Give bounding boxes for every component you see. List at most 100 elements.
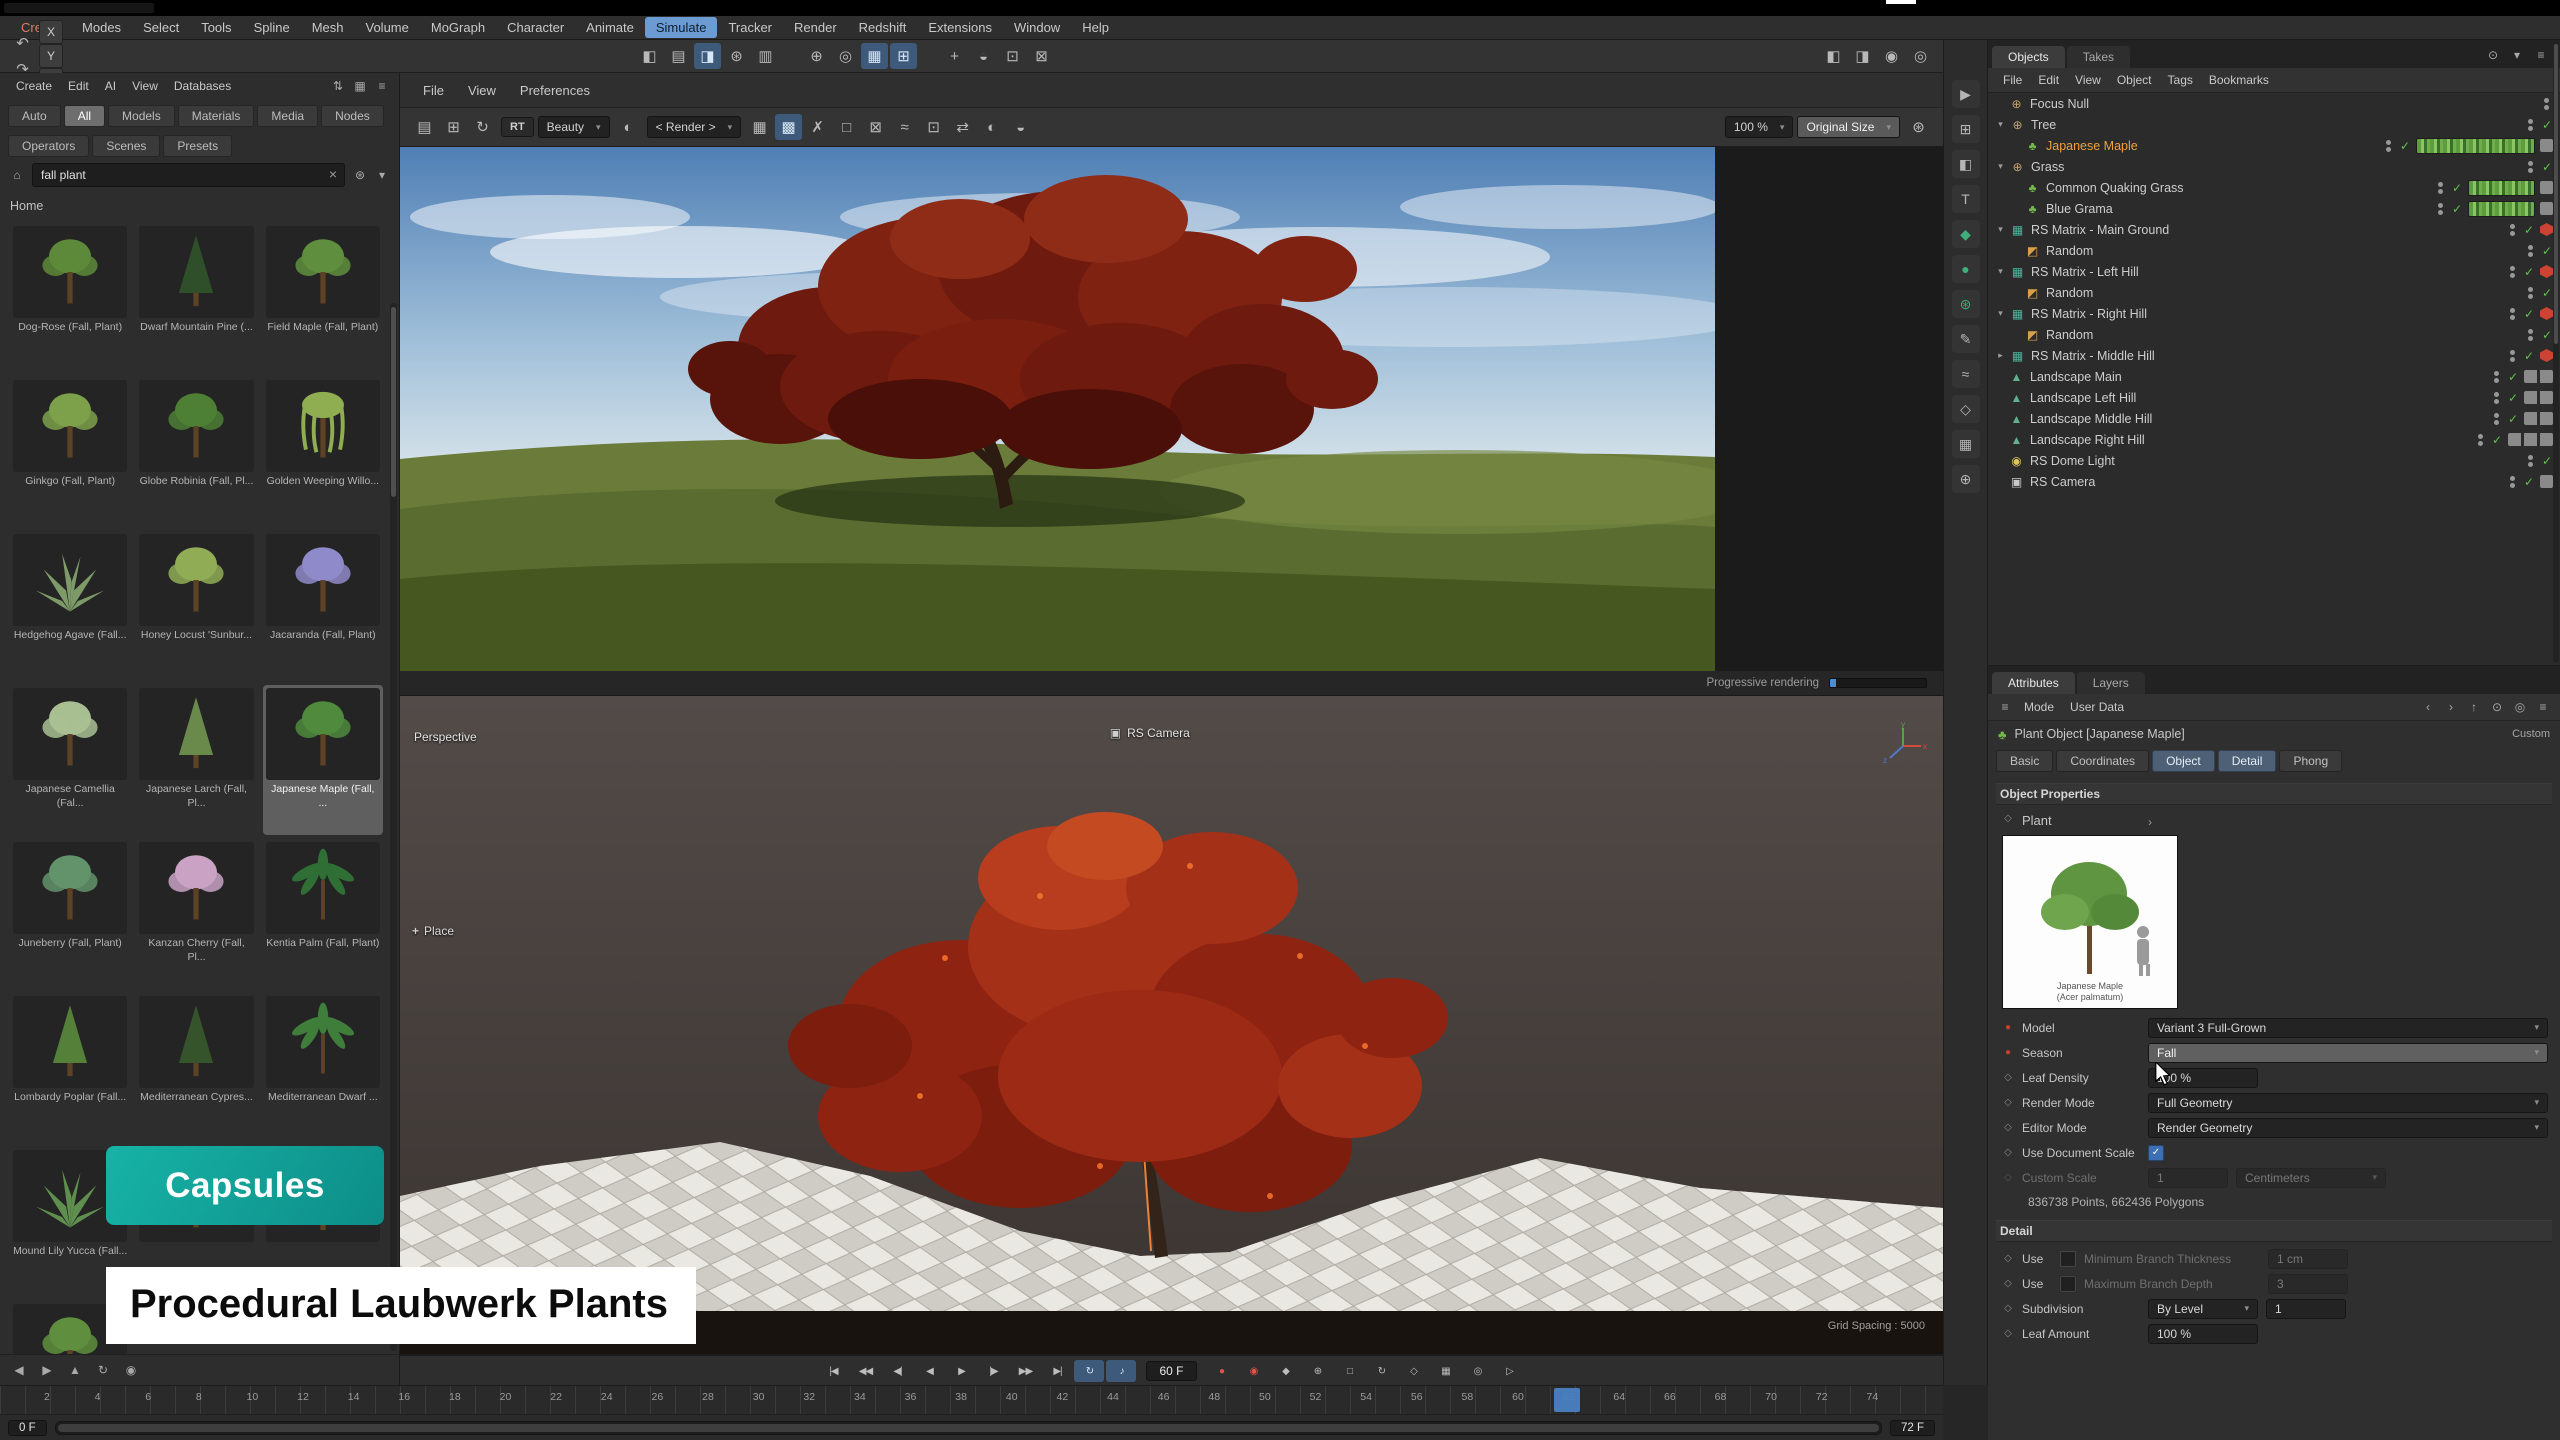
range-end-field[interactable]: 72 F: [1890, 1420, 1935, 1436]
asset-item-japanese-camellia[interactable]: Japanese Camellia (Fal...: [10, 685, 130, 835]
menu-item[interactable]: Volume: [355, 17, 420, 38]
solo-animation-button[interactable]: ◎: [1463, 1360, 1493, 1382]
refresh-icon[interactable]: ↻: [94, 1361, 112, 1379]
visibility-dots[interactable]: [2527, 285, 2535, 301]
menu-item[interactable]: Simulate: [645, 17, 718, 38]
visibility-dots[interactable]: [2509, 222, 2517, 238]
keyframe-dot[interactable]: [2002, 1022, 2014, 1033]
lut-icon[interactable]: ◒: [1007, 114, 1034, 140]
object-manager-tab[interactable]: Objects: [1992, 46, 2065, 68]
menu-item[interactable]: Redshift: [848, 17, 918, 38]
asset-item-mediterranean-cypress[interactable]: Mediterranean Cypres...: [136, 993, 256, 1143]
up-icon[interactable]: ↑: [2465, 698, 2483, 716]
snap-icon[interactable]: ◎: [832, 43, 859, 69]
pip-icon[interactable]: ⊡: [920, 114, 947, 140]
ab-swap-icon[interactable]: ⇄: [949, 114, 976, 140]
object-tags[interactable]: [2540, 139, 2553, 152]
axis-lock-button[interactable]: Y: [39, 44, 63, 68]
section-detail[interactable]: Detail: [1996, 1220, 2552, 1242]
enabled-check-icon[interactable]: [2524, 265, 2534, 279]
menu-icon[interactable]: ≡: [2532, 46, 2550, 64]
asset-item-juneberry[interactable]: Juneberry (Fall, Plant): [10, 839, 130, 989]
param-key[interactable]: [2002, 813, 2014, 824]
next-frame-button[interactable]: |▶: [978, 1360, 1008, 1382]
enabled-check-icon[interactable]: [2508, 391, 2518, 405]
back-icon[interactable]: ◀: [10, 1361, 28, 1379]
expand-arrow[interactable]: ▾: [1994, 224, 2007, 235]
param-key[interactable]: [2002, 1147, 2014, 1158]
ab-compare-icon[interactable]: ◐: [615, 114, 642, 140]
asset-category-tab[interactable]: Models: [108, 105, 175, 127]
asset-item-lombardy-poplar[interactable]: Lombardy Poplar (Fall...: [10, 993, 130, 1143]
undo-icon[interactable]: ↶: [9, 30, 36, 56]
enabled-check-icon[interactable]: [2400, 139, 2410, 153]
param-key[interactable]: [2002, 1097, 2014, 1108]
asset-item-kanzan-cherry[interactable]: Kanzan Cherry (Fall, Pl...: [136, 839, 256, 989]
asset-store-icon[interactable]: ◉: [1878, 43, 1905, 69]
material-tags[interactable]: [2468, 180, 2535, 196]
simulation-scene-icon[interactable]: ◆: [1952, 220, 1980, 248]
playhead[interactable]: [1554, 1388, 1580, 1412]
enabled-check-icon[interactable]: [2524, 223, 2534, 237]
tree-item-random[interactable]: ◩ Random: [1988, 240, 2560, 261]
tree-item-landscape-right-hill[interactable]: ▲ Landscape Right Hill: [1988, 429, 2560, 450]
object-manager-menu-item[interactable]: Tags: [2161, 71, 2200, 89]
enabled-check-icon[interactable]: [2542, 454, 2552, 468]
asset-subcategory-tab[interactable]: Presets: [163, 135, 232, 157]
render-pass-select[interactable]: Beauty: [538, 116, 610, 138]
object-manager-tab[interactable]: Takes: [2067, 46, 2130, 68]
range-start-field[interactable]: 0 F: [8, 1420, 47, 1436]
enabled-check-icon[interactable]: [2524, 307, 2534, 321]
tree-item-common-quaking-grass[interactable]: ♣ Common Quaking Grass: [1988, 177, 2560, 198]
tree-item-rs-camera[interactable]: ▣ RS Camera: [1988, 471, 2560, 492]
tree-item-blue-grama[interactable]: ♣ Blue Grama: [1988, 198, 2560, 219]
object-tags[interactable]: [2524, 391, 2553, 404]
zoom-select[interactable]: 100 %: [1725, 116, 1794, 138]
viewport-label[interactable]: Perspective: [414, 730, 477, 744]
visibility-dots[interactable]: [2493, 369, 2501, 385]
attribute-menu-item[interactable]: Mode: [2016, 698, 2062, 716]
expand-arrow[interactable]: ▾: [1994, 308, 2007, 319]
max-branch-field[interactable]: 3: [2268, 1274, 2348, 1294]
custom-scale-field[interactable]: 1: [2148, 1168, 2228, 1188]
list-view-icon[interactable]: ≡: [373, 77, 391, 95]
asset-item-japanese-maple[interactable]: Japanese Maple (Fall, ...: [263, 685, 383, 835]
size-select[interactable]: Original Size: [1797, 116, 1900, 138]
object-tags[interactable]: [2524, 412, 2553, 425]
min-branch-field[interactable]: 1 cm: [2268, 1249, 2348, 1269]
simulation-settings-icon[interactable]: ⊛: [1952, 290, 1980, 318]
asset-menu-item[interactable]: Databases: [166, 77, 239, 95]
forward-icon[interactable]: ›: [2442, 698, 2460, 716]
axis-lock-button[interactable]: X: [39, 20, 63, 44]
menu-item[interactable]: Character: [496, 17, 575, 38]
attribute-section-tab[interactable]: Phong: [2279, 750, 2342, 772]
enabled-check-icon[interactable]: [2452, 181, 2462, 195]
redshift-object-tag[interactable]: [2540, 307, 2553, 320]
record-pla-button[interactable]: ▦: [1431, 1360, 1461, 1382]
coordinate-system-icon[interactable]: ⊕: [803, 43, 830, 69]
visibility-dots[interactable]: [2527, 327, 2535, 343]
object-manager-menu-item[interactable]: Object: [2110, 71, 2159, 89]
menu-item[interactable]: Help: [1071, 17, 1120, 38]
search-icon[interactable]: ⊙: [2488, 698, 2506, 716]
param-key[interactable]: [2002, 1072, 2014, 1083]
axis-modify-icon[interactable]: +: [941, 43, 968, 69]
next-key-button[interactable]: ▶▶: [1010, 1360, 1040, 1382]
asset-subcategory-tab[interactable]: Scenes: [92, 135, 160, 157]
custom-label[interactable]: Custom: [2512, 728, 2550, 740]
asset-category-tab[interactable]: Auto: [8, 105, 61, 127]
visibility-dots[interactable]: [2385, 138, 2393, 154]
interactive-render-icon[interactable]: ◨: [694, 43, 721, 69]
tree-item-landscape-middle-hill[interactable]: ▲ Landscape Middle Hill: [1988, 408, 2560, 429]
menu-item[interactable]: MoGraph: [420, 17, 496, 38]
cloth-icon[interactable]: ●: [1952, 255, 1980, 283]
enabled-check-icon[interactable]: [2452, 202, 2462, 216]
asset-item-kentia-palm[interactable]: Kentia Palm (Fall, Plant): [263, 839, 383, 989]
asset-item-globe-robinia[interactable]: Globe Robinia (Fall, Pl...: [136, 377, 256, 527]
object-tags[interactable]: [2524, 370, 2553, 383]
up-icon[interactable]: ▲: [66, 1361, 84, 1379]
record-scale-button[interactable]: □: [1335, 1360, 1365, 1382]
tree-item-random[interactable]: ◩ Random: [1988, 282, 2560, 303]
asset-menu-item[interactable]: View: [124, 77, 166, 95]
snapshot-compare-icon[interactable]: ◐: [978, 114, 1005, 140]
